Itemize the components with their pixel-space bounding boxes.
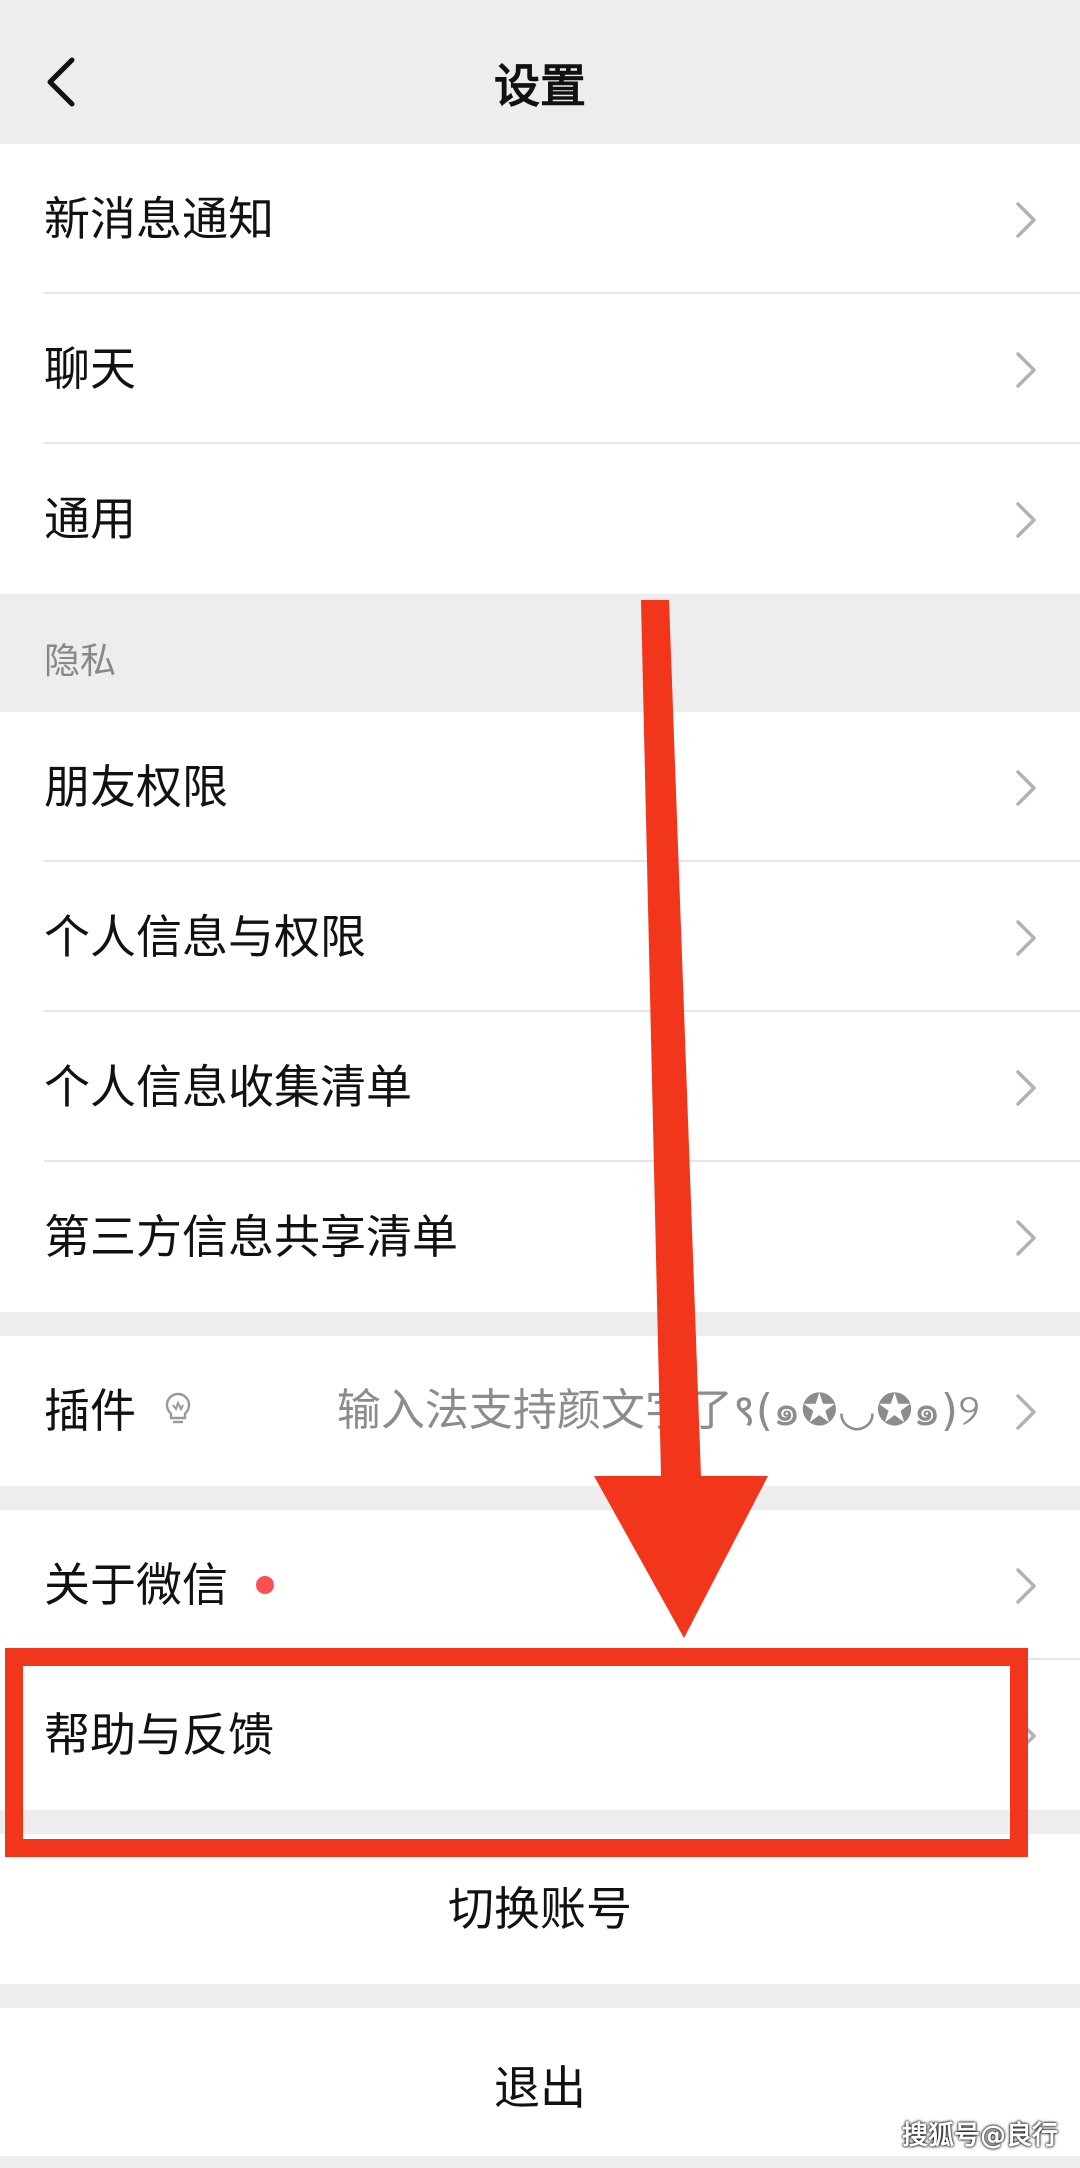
settings-item-label: 朋友权限	[44, 760, 228, 814]
chevron-right-icon	[1016, 1394, 1036, 1430]
chevron-right-icon	[1016, 920, 1036, 956]
chevron-right-icon	[1016, 502, 1036, 538]
settings-item-notifications[interactable]: 新消息通知	[0, 144, 1080, 294]
chevron-right-icon	[1016, 352, 1036, 388]
settings-item-chat[interactable]: 聊天	[0, 294, 1080, 444]
settings-item-personal-info-permissions[interactable]: 个人信息与权限	[0, 862, 1080, 1012]
nav-bar: 设置	[0, 18, 1080, 144]
settings-item-friend-permissions[interactable]: 朋友权限	[0, 712, 1080, 862]
chevron-right-icon	[1016, 1070, 1036, 1106]
page-title: 设置	[494, 59, 586, 113]
status-bar	[0, 0, 1080, 18]
settings-item-plugins[interactable]: 插件 输入法支持颜文字了९(๑✪◡✪๑)୨	[0, 1336, 1080, 1486]
chevron-right-icon	[1016, 1718, 1036, 1754]
chevron-right-icon	[1016, 770, 1036, 806]
settings-item-info-collection-list[interactable]: 个人信息收集清单	[0, 1012, 1080, 1162]
settings-item-label: 聊天	[44, 342, 136, 396]
lightbulb-icon	[165, 1392, 191, 1423]
about-label: 关于微信	[44, 1558, 228, 1612]
plugins-label: 插件	[44, 1384, 136, 1438]
settings-item-help-feedback[interactable]: 帮助与反馈	[0, 1660, 1080, 1810]
settings-item-third-party-sharing-list[interactable]: 第三方信息共享清单	[0, 1162, 1080, 1312]
switch-account-button[interactable]: 切换账号	[0, 1834, 1080, 1984]
settings-item-label: 帮助与反馈	[44, 1708, 274, 1762]
section-header-privacy: 隐私	[44, 641, 117, 682]
settings-item-label: 个人信息与权限	[44, 910, 366, 964]
watermark: 搜狐号@良行	[901, 2121, 1058, 2151]
settings-item-about-wechat[interactable]: 关于微信	[0, 1510, 1080, 1660]
settings-item-label: 个人信息收集清单	[44, 1060, 412, 1114]
chevron-right-icon	[1016, 202, 1036, 238]
plugins-hint: 输入法支持颜文字了९(๑✪◡✪๑)୨	[336, 1385, 980, 1436]
settings-item-label: 关于微信	[44, 1510, 274, 1660]
new-badge-dot	[256, 1575, 274, 1594]
settings-item-general[interactable]: 通用	[0, 444, 1080, 594]
chevron-right-icon	[1016, 1568, 1036, 1604]
settings-item-label: 通用	[44, 492, 136, 546]
settings-item-label: 第三方信息共享清单	[44, 1210, 458, 1264]
settings-item-label: 插件	[44, 1336, 194, 1486]
settings-item-label: 新消息通知	[44, 192, 274, 246]
chevron-right-icon	[1016, 1220, 1036, 1256]
